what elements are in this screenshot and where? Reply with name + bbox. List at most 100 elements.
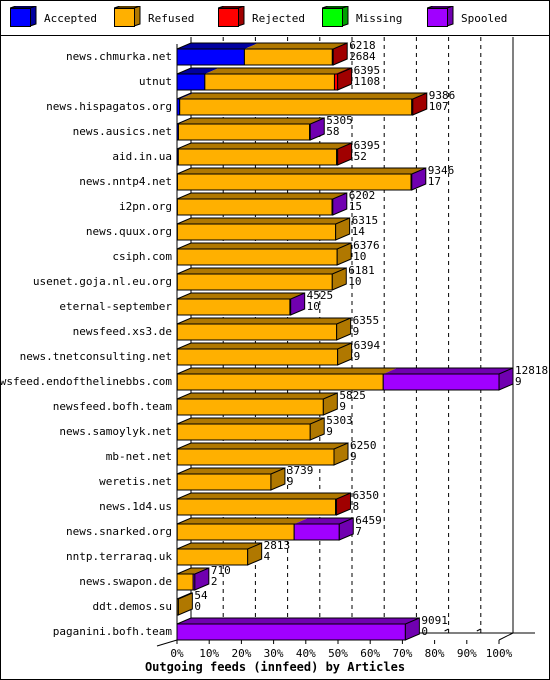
category-label: weretis.net bbox=[99, 475, 172, 488]
bar-top-refused bbox=[177, 243, 352, 249]
category-label: news.chmurka.net bbox=[66, 50, 172, 63]
value-labels: 6202 15 bbox=[349, 190, 376, 212]
category-label: newsfeed.endofthelinebbs.com bbox=[0, 375, 172, 388]
category-label: news.1d4.us bbox=[99, 500, 172, 513]
category-label: eternal-september bbox=[59, 300, 172, 313]
accepted-value-label: 0 bbox=[194, 600, 201, 613]
bar-top-refused bbox=[177, 318, 351, 324]
floor-right-edge bbox=[498, 632, 514, 641]
category-label: paganini.bofh.team bbox=[52, 625, 172, 638]
bar-segment-refused bbox=[176, 348, 339, 366]
accepted-value-label: 4 bbox=[263, 550, 271, 563]
bar-top-refused bbox=[178, 118, 324, 124]
bar-segment-spooled bbox=[293, 523, 340, 541]
bar-top-spooled bbox=[177, 618, 420, 624]
category-label: news.quux.org bbox=[85, 225, 172, 238]
accepted-value-label: 58 bbox=[326, 125, 340, 138]
bar-top-refused bbox=[177, 268, 347, 274]
value-labels: 9346 17 bbox=[428, 165, 455, 187]
accepted-value-label: 9 bbox=[353, 350, 361, 363]
bar-top-refused bbox=[177, 218, 350, 224]
bar-segment-refused bbox=[176, 523, 295, 541]
value-labels: 9386 107 bbox=[429, 90, 456, 112]
bar-top-spooled bbox=[383, 368, 513, 374]
category-label: news.snarked.org bbox=[66, 525, 172, 538]
value-labels: 6218 2684 bbox=[349, 40, 376, 62]
bar-segment-refused bbox=[176, 498, 337, 516]
accepted-value-label: 17 bbox=[427, 175, 442, 188]
value-labels: 12818 9 bbox=[515, 365, 548, 387]
category-label: newsfeed.bofh.team bbox=[52, 400, 172, 413]
bar-segment-accepted bbox=[176, 73, 206, 91]
x-tick-label: 20% bbox=[231, 647, 252, 660]
category-label: news.samoylyk.net bbox=[59, 425, 172, 438]
bar-segment-refused bbox=[176, 473, 272, 491]
x-tick-label: 50% bbox=[328, 647, 348, 660]
bar-top-refused bbox=[244, 43, 347, 49]
bar-segment-refused bbox=[243, 48, 333, 66]
category-label: usenet.goja.nl.eu.org bbox=[32, 275, 172, 288]
accepted-value-label: 9 bbox=[515, 375, 522, 388]
bar-top-refused bbox=[177, 418, 325, 424]
category-label: news.tnetconsulting.net bbox=[19, 350, 172, 363]
bar-segment-refused bbox=[177, 148, 338, 166]
bar-top-refused bbox=[177, 168, 426, 174]
accepted-value-label: 15 bbox=[348, 200, 363, 213]
bar-top-refused bbox=[178, 143, 351, 149]
value-labels: 6315 14 bbox=[352, 215, 379, 237]
bar-segment-refused bbox=[176, 423, 311, 441]
accepted-value-label: 9 bbox=[352, 325, 360, 338]
bar-segment-refused bbox=[177, 123, 311, 141]
value-labels: 5825 9 bbox=[339, 390, 366, 412]
bar-top-refused bbox=[179, 93, 426, 99]
accepted-value-label: 2684 bbox=[349, 50, 376, 63]
category-label: nntp.terraraq.uk bbox=[66, 550, 172, 563]
bar-segment-refused bbox=[176, 248, 338, 266]
category-label: newsfeed.xs3.de bbox=[72, 325, 172, 338]
bar-segment-refused bbox=[176, 273, 333, 291]
accepted-value-label: 9 bbox=[339, 400, 346, 413]
value-labels: 5305 58 bbox=[326, 115, 353, 137]
x-tick-label: 0% bbox=[170, 647, 184, 660]
bar-top-refused bbox=[177, 368, 398, 374]
value-labels: 9091 0 bbox=[421, 615, 448, 637]
bar-segment-refused bbox=[176, 298, 291, 316]
accepted-value-label: 10 bbox=[353, 250, 367, 263]
value-labels: 6181 10 bbox=[348, 265, 375, 287]
accepted-value-label: 1108 bbox=[353, 75, 381, 88]
value-labels: 54 0 bbox=[194, 590, 207, 612]
accepted-value-label: 10 bbox=[348, 275, 362, 288]
bar-segment-refused bbox=[179, 98, 413, 116]
bar-segment-refused bbox=[176, 373, 384, 391]
bar-segment-refused bbox=[176, 448, 335, 466]
accepted-value-label: 107 bbox=[428, 100, 449, 113]
bar-segment-refused bbox=[176, 548, 249, 566]
bar-segment-spooled bbox=[382, 373, 500, 391]
accepted-value-label: 7 bbox=[355, 525, 362, 538]
bar-segment-refused bbox=[176, 573, 194, 591]
bar-segment-refused bbox=[176, 223, 337, 241]
value-labels: 2813 4 bbox=[264, 540, 291, 562]
bar-segment-refused bbox=[176, 173, 412, 191]
x-tick-label: 40% bbox=[295, 647, 316, 660]
category-label: aid.in.ua bbox=[112, 150, 172, 163]
bar-top-refused bbox=[177, 393, 338, 399]
floor-left-extension bbox=[156, 639, 178, 647]
value-labels: 5303 9 bbox=[326, 415, 353, 437]
accepted-value-label: 9 bbox=[326, 425, 333, 438]
bar-segment-refused bbox=[176, 398, 324, 416]
category-label: utnut bbox=[138, 75, 172, 88]
accepted-value-label: 52 bbox=[353, 150, 367, 163]
accepted-value-label: 2 bbox=[210, 575, 218, 588]
bar-top-refused bbox=[177, 343, 352, 349]
category-label: news.hispagatos.org bbox=[46, 100, 172, 113]
accepted-value-label: 10 bbox=[306, 300, 320, 313]
x-tick-label: 70% bbox=[392, 647, 413, 660]
value-labels: 6376 10 bbox=[353, 240, 380, 262]
x-axis-title: Outgoing feeds (innfeed) by Articles bbox=[144, 660, 406, 674]
bar-top-refused bbox=[177, 468, 285, 474]
value-labels: 6395 1108 bbox=[354, 65, 381, 87]
value-labels: 6250 9 bbox=[350, 440, 377, 462]
bar-segment-accepted bbox=[176, 48, 245, 66]
bar-segment-refused bbox=[176, 198, 333, 216]
